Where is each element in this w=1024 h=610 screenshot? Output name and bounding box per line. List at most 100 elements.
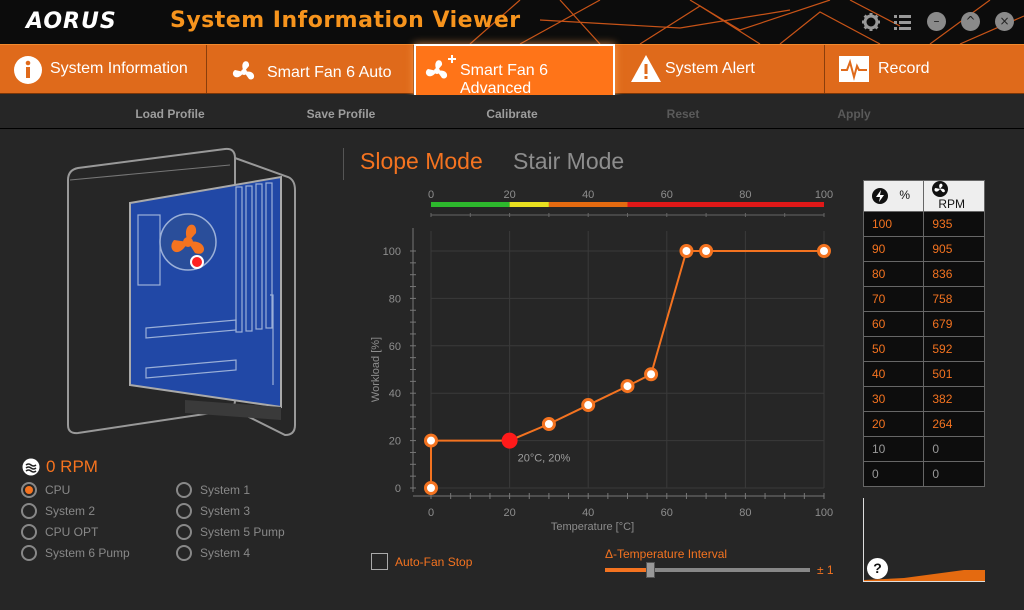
radio-label: System 4 [200, 546, 251, 560]
tab-system-information[interactable]: System Information [0, 45, 207, 93]
pct-cell: 30 [862, 386, 925, 412]
radio-system-2[interactable]: System 2 [21, 503, 95, 519]
rpm-table: % RPM 100 935 90 905 80 836 70 758 60 679 50 592 40 5… [862, 180, 985, 487]
curve-point[interactable] [424, 481, 438, 495]
checkbox-box [371, 553, 388, 570]
reset-button[interactable]: Reset [623, 107, 743, 121]
minimize-button[interactable]: – [927, 12, 946, 31]
info-icon [14, 56, 42, 84]
temperature-color-bar: 0 20 40 60 80 100 [428, 189, 833, 217]
radio-label: CPU OPT [45, 525, 99, 539]
curve-point[interactable] [679, 244, 694, 258]
title-bar[interactable]: AORUS System Information Viewer – ^ × [0, 0, 1024, 44]
tab-label: Smart Fan 6 Auto [267, 64, 392, 81]
color-bar-tick-label: 40 [582, 189, 594, 201]
temp-interval-slider[interactable] [605, 562, 810, 578]
gear-icon[interactable] [861, 12, 881, 32]
pct-header-label: % [899, 188, 911, 203]
stair-mode-tab[interactable]: Stair Mode [513, 148, 624, 175]
rpm-cell: 758 [923, 286, 985, 312]
radio-system-1[interactable]: System 1 [176, 482, 250, 498]
temp-interval-label: Δ-Temperature Interval [605, 547, 728, 561]
close-button[interactable]: × [995, 12, 1014, 31]
rpm-table-row: 60 679 [862, 311, 985, 337]
rpm-table-row: 10 0 [862, 436, 985, 462]
y-tick-label: 20 [389, 436, 401, 448]
radio-system-5-pump[interactable]: System 5 Pump [176, 524, 285, 540]
rpm-cell: 592 [923, 336, 985, 362]
list-icon[interactable] [893, 12, 913, 32]
rpm-header-label: RPM [938, 197, 966, 211]
radio-circle [176, 503, 192, 519]
warning-icon [631, 55, 661, 82]
curve-point-selected[interactable] [501, 432, 518, 449]
slope-mode-tab[interactable]: Slope Mode [360, 148, 483, 175]
color-bar-tick-label: 80 [739, 189, 751, 201]
y-tick-label: 0 [395, 483, 401, 495]
fan-plus-icon [425, 55, 456, 79]
rpm-table-row: 80 836 [862, 261, 985, 287]
mode-selector: Slope Mode Stair Mode [343, 148, 624, 180]
slider-knob[interactable] [646, 562, 656, 578]
curve-point[interactable] [541, 417, 556, 432]
tab-smart-fan-auto[interactable]: Smart Fan 6 Auto [207, 45, 414, 93]
pc-case-illustration [67, 147, 296, 437]
x-tick-label: 40 [582, 507, 594, 519]
radio-cpu-opt[interactable]: CPU OPT [21, 524, 98, 540]
radio-system-6-pump[interactable]: System 6 Pump [21, 545, 130, 561]
rpm-table-row: 40 501 [862, 361, 985, 387]
radio-circle [176, 524, 192, 540]
tab-smart-fan-advanced[interactable]: Smart Fan 6 Advanced [414, 44, 615, 98]
rpm-cell: 0 [923, 436, 985, 462]
curve-point[interactable] [581, 398, 596, 413]
curve-point[interactable] [817, 244, 831, 258]
app-window: AORUS System Information Viewer – ^ × Sy… [0, 0, 1024, 610]
radio-circle [176, 482, 192, 498]
fan-curve[interactable] [424, 244, 831, 495]
curve-point[interactable] [644, 367, 659, 382]
maximize-button[interactable]: ^ [961, 12, 980, 31]
curve-point[interactable] [424, 433, 438, 448]
apply-button[interactable]: Apply [794, 107, 914, 121]
heartbeat-icon [839, 56, 869, 82]
calibrate-button[interactable]: Calibrate [452, 107, 572, 121]
content-area: 0 RPM CPU System 2 CPU OPT System 6 Pump… [0, 130, 1024, 610]
x-tick-label: 0 [428, 507, 434, 519]
rpm-header: RPM [923, 180, 985, 212]
rpm-table-row: 30 382 [862, 386, 985, 412]
main-tabs: System Information Smart Fan 6 Auto Smar… [0, 44, 1024, 98]
x-tick-label: 20 [503, 507, 515, 519]
fan-speed-icon [22, 458, 40, 476]
radio-system-4[interactable]: System 4 [176, 545, 250, 561]
radio-cpu[interactable]: CPU [21, 482, 70, 498]
x-tick-label: 100 [815, 507, 833, 519]
chart-grid [430, 231, 825, 489]
curve-point[interactable] [620, 379, 635, 394]
rpm-cell: 382 [923, 386, 985, 412]
temp-interval-value: ± 1 [817, 563, 834, 577]
pct-cell: 60 [862, 311, 925, 337]
tab-label: System Information [50, 60, 188, 77]
color-bar-segment [431, 202, 510, 207]
tab-record[interactable]: Record [825, 45, 1024, 93]
tab-system-alert[interactable]: System Alert [615, 45, 825, 93]
radio-circle [21, 524, 37, 540]
save-profile-button[interactable]: Save Profile [281, 107, 401, 121]
app-title: System Information Viewer [170, 8, 521, 33]
load-profile-button[interactable]: Load Profile [110, 107, 230, 121]
rpm-table-row: 00 [862, 461, 985, 487]
radio-system-3[interactable]: System 3 [176, 503, 250, 519]
aorus-logo: AORUS [26, 9, 117, 34]
rpm-table-row: 20 264 [862, 411, 985, 437]
fan-curve-chart[interactable]: 0 20 40 60 80 100 0 20 40 60 80 100 0 20 40 60 80 100 Te… [340, 180, 850, 540]
curve-point[interactable] [699, 244, 714, 258]
y-axis-label: Workload [%] [370, 337, 382, 402]
tab-label: Smart Fan 6 Advanced [460, 62, 549, 97]
auto-fan-stop-checkbox[interactable]: Auto-Fan Stop [371, 553, 472, 570]
y-tick-label: 80 [389, 293, 401, 305]
fan-icon [932, 181, 949, 197]
pct-cell: 90 [862, 236, 925, 262]
fan-curve-line [430, 250, 824, 488]
help-button[interactable]: ? [867, 558, 888, 579]
pct-header: % [862, 180, 925, 212]
